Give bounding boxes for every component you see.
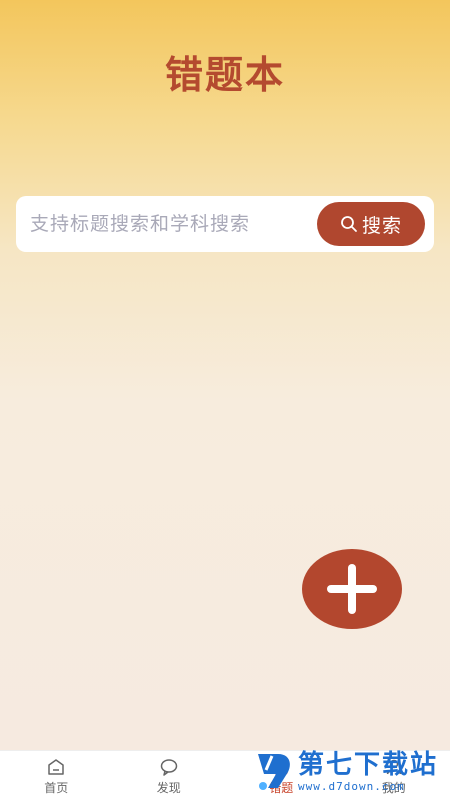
watermark: 第七下载站 www.d7down.com: [254, 748, 444, 796]
watermark-title: 第七下载站: [298, 750, 439, 780]
home-icon: [48, 758, 64, 775]
watermark-url: www.d7down.com: [298, 780, 405, 793]
tab-home-label: 首页: [44, 780, 69, 795]
add-question-button[interactable]: [302, 549, 402, 629]
search-input[interactable]: 支持标题搜索和学科搜索: [30, 196, 250, 252]
plus-icon: [327, 564, 377, 614]
d7down-logo-icon: [258, 754, 290, 790]
page-title: 错题本: [164, 53, 285, 97]
search-icon: [341, 216, 357, 232]
tab-discover[interactable]: 发现: [113, 751, 226, 800]
chat-bubble-icon: [160, 758, 177, 776]
tab-home[interactable]: 首页: [0, 751, 113, 800]
search-button-label: 搜索: [361, 214, 402, 237]
wrong-questions-screen: 错题本 支持标题搜索和学科搜索 搜索 首页 发现 错题 我的 第七下载站 www…: [0, 0, 450, 800]
search-button[interactable]: 搜索: [317, 202, 425, 246]
search-bar: 支持标题搜索和学科搜索 搜索: [16, 196, 434, 252]
tab-discover-label: 发现: [156, 780, 181, 795]
